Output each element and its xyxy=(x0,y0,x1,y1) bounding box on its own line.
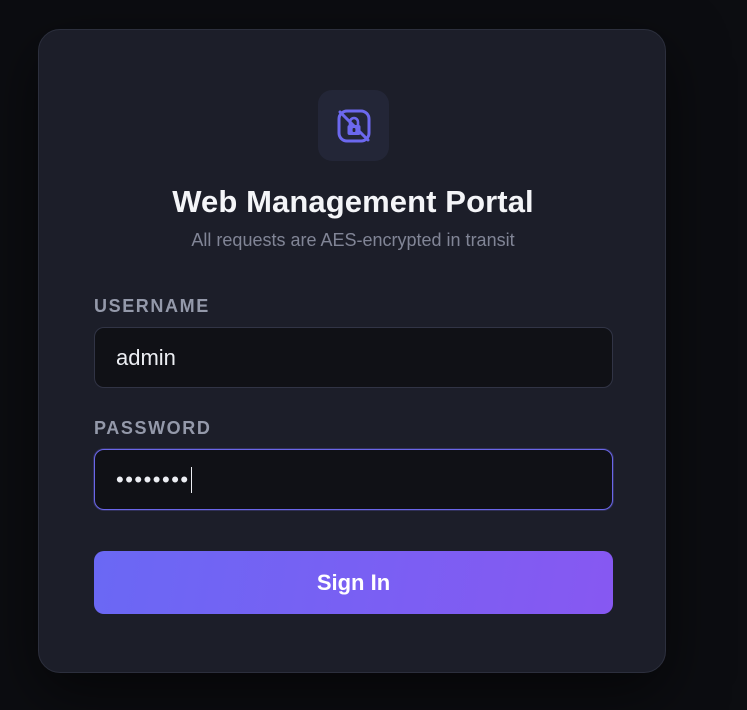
password-masked-value: •••••••• xyxy=(116,466,190,492)
text-caret xyxy=(190,466,193,493)
username-field[interactable]: admin xyxy=(94,327,613,388)
login-page: Web Management Portal All requests are A… xyxy=(0,0,747,710)
page-title: Web Management Portal xyxy=(172,184,534,219)
username-value: admin xyxy=(116,344,176,370)
lock-shield-icon xyxy=(337,109,370,142)
login-card: Web Management Portal All requests are A… xyxy=(38,29,666,673)
page-subtitle: All requests are AES-encrypted in transi… xyxy=(191,230,515,250)
password-field[interactable]: •••••••• xyxy=(94,449,613,510)
password-label: PASSWORD xyxy=(94,418,212,438)
username-label: USERNAME xyxy=(94,296,210,316)
sign-in-button[interactable]: Sign In xyxy=(94,551,613,614)
logo-badge xyxy=(318,90,389,161)
